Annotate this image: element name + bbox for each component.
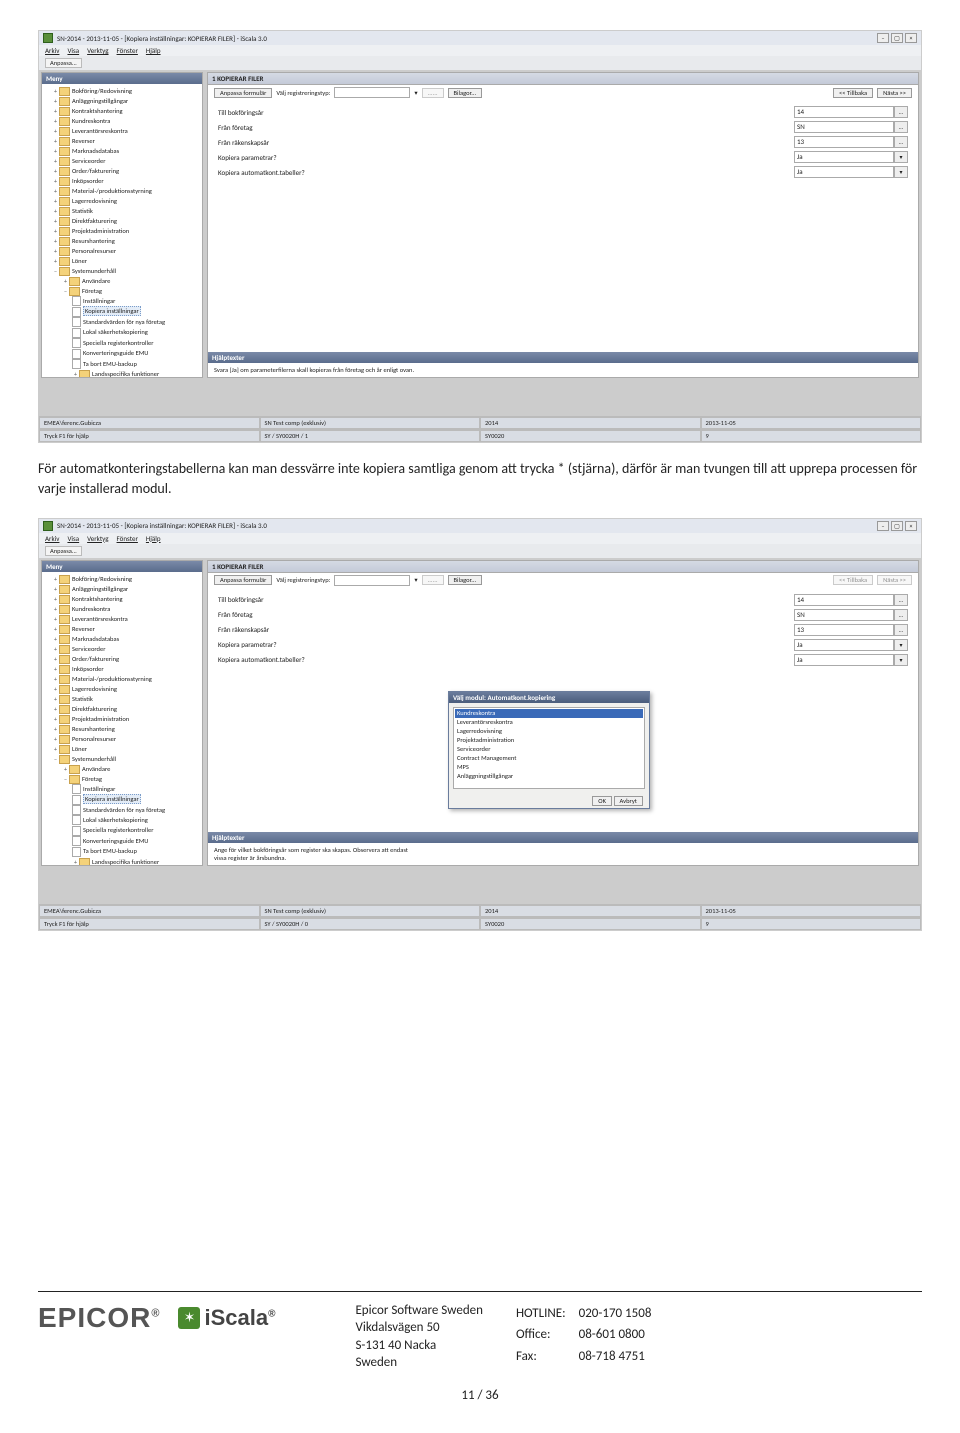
- dialog-ok-button[interactable]: OK: [592, 796, 612, 806]
- disabled-button: ......: [422, 88, 444, 98]
- window-title: SN-2014 - 2013-11-05 - [Kopiera inställn…: [57, 34, 267, 43]
- screenshot-1: SN-2014 - 2013-11-05 - [Kopiera inställn…: [38, 30, 922, 443]
- iscala-badge-icon: ✶: [178, 1307, 200, 1329]
- footer-contact: HOTLINE:020-170 1508 Office:08-601 0800 …: [513, 1302, 663, 1369]
- body-paragraph: För automatkonteringstabellerna kan man …: [38, 459, 922, 500]
- menu-verktyg[interactable]: Verktyg: [87, 46, 108, 55]
- maximize-button[interactable]: ▢: [891, 33, 903, 43]
- title-bar: SN-2014 - 2013-11-05 - [Kopiera inställn…: [39, 31, 921, 45]
- anpassa-button[interactable]: Anpassa...: [45, 58, 82, 68]
- module-select-dialog: Välj modul: Automatkont.kopiering Kundre…: [448, 691, 650, 809]
- nav-tree[interactable]: +Bokföring/Redovisning +Anläggningstillg…: [42, 84, 202, 377]
- kopiera-autokont-input[interactable]: Ja: [794, 166, 894, 178]
- fran-rakenskapsar-input[interactable]: 13: [794, 136, 894, 148]
- status-bar-1: EMEA\ferenc.GubiczaSN Test comp (exklusi…: [39, 416, 921, 429]
- till-bokforingsar-input[interactable]: 14: [794, 106, 894, 118]
- close-button[interactable]: ×: [905, 33, 917, 43]
- list-item[interactable]: Projektadministration: [455, 736, 643, 745]
- regtype-select[interactable]: [334, 87, 410, 98]
- list-item-selected[interactable]: Kundreskontra: [455, 709, 643, 718]
- list-item[interactable]: Leverantörsreskontra: [455, 718, 643, 727]
- help-text: Svara [Ja] om parameterfilerna skall kop…: [208, 363, 918, 377]
- dialog-listbox[interactable]: Kundreskontra Leverantörsreskontra Lager…: [453, 707, 645, 789]
- kopiera-param-input[interactable]: Ja: [794, 151, 894, 163]
- status-bar-2: Tryck F1 för hjälpSY / SY0020H / 1SY0020…: [39, 429, 921, 442]
- title-bar: SN-2014 - 2013-11-05 - [Kopiera inställn…: [39, 519, 921, 533]
- back-button[interactable]: << Tillbaka: [833, 88, 873, 98]
- page-number: 11 / 36: [38, 1388, 922, 1403]
- dialog-title: Välj modul: Automatkont.kopiering: [449, 692, 649, 703]
- next-button[interactable]: Nästa >>: [877, 88, 912, 98]
- screenshot-2: SN-2014 - 2013-11-05 - [Kopiera inställn…: [38, 518, 922, 931]
- footer-address: Epicor Software Sweden Vikdalsvägen 50 S…: [355, 1302, 483, 1372]
- menu-hjalp[interactable]: Hjälp: [146, 46, 161, 55]
- content-panel: 1 KOPIERAR FILER Anpassa formulär Välj r…: [207, 72, 919, 378]
- dialog-cancel-button[interactable]: Avbryt: [614, 796, 643, 806]
- sidebar-title: Meny: [42, 73, 202, 84]
- maximize-button[interactable]: ▢: [891, 521, 903, 531]
- list-item[interactable]: MPS: [455, 763, 643, 772]
- bilagor-button[interactable]: Bilagor...: [448, 88, 483, 98]
- epicor-logo: EPICOR®: [38, 1302, 160, 1334]
- minimize-button[interactable]: –: [877, 521, 889, 531]
- toolbar: Anpassa...: [39, 56, 921, 70]
- close-button[interactable]: ×: [905, 521, 917, 531]
- form-subtitle: 1 KOPIERAR FILER: [208, 73, 918, 85]
- app-icon: [43, 33, 53, 43]
- menu-fonster[interactable]: Fönster: [117, 46, 138, 55]
- sidebar: Meny +Bokföring/Redovisning +Anläggnings…: [41, 72, 203, 378]
- footer: EPICOR® ✶ iScala® Epicor Software Sweden…: [38, 1291, 922, 1403]
- menu-visa[interactable]: Visa: [67, 46, 79, 55]
- tree-selected: Kopiera inställningar: [83, 306, 141, 316]
- iscala-logo: ✶ iScala®: [178, 1305, 275, 1331]
- window-title: SN-2014 - 2013-11-05 - [Kopiera inställn…: [57, 521, 267, 530]
- menu-bar[interactable]: Arkiv Visa Verktyg Fönster Hjälp: [39, 45, 921, 56]
- list-item[interactable]: Anläggningstillgångar: [455, 772, 643, 781]
- menu-arkiv[interactable]: Arkiv: [45, 46, 59, 55]
- menu-bar[interactable]: Arkiv Visa Verktyg Fönster Hjälp: [39, 533, 921, 544]
- list-item[interactable]: Serviceorder: [455, 745, 643, 754]
- help-text: Ange för vilket bokföringsår som registe…: [208, 843, 918, 865]
- fran-foretag-input[interactable]: SN: [794, 121, 894, 133]
- list-item[interactable]: Lagerredovisning: [455, 727, 643, 736]
- app-icon: [43, 521, 53, 531]
- list-item[interactable]: Contract Management: [455, 754, 643, 763]
- help-title: Hjälptexter: [208, 352, 918, 363]
- minimize-button[interactable]: –: [877, 33, 889, 43]
- regtype-label: Välj registreringstyp:: [276, 89, 330, 97]
- anpassa-form-button[interactable]: Anpassa formulär: [214, 88, 272, 98]
- regtype-dropdown-icon[interactable]: ▾: [414, 89, 417, 97]
